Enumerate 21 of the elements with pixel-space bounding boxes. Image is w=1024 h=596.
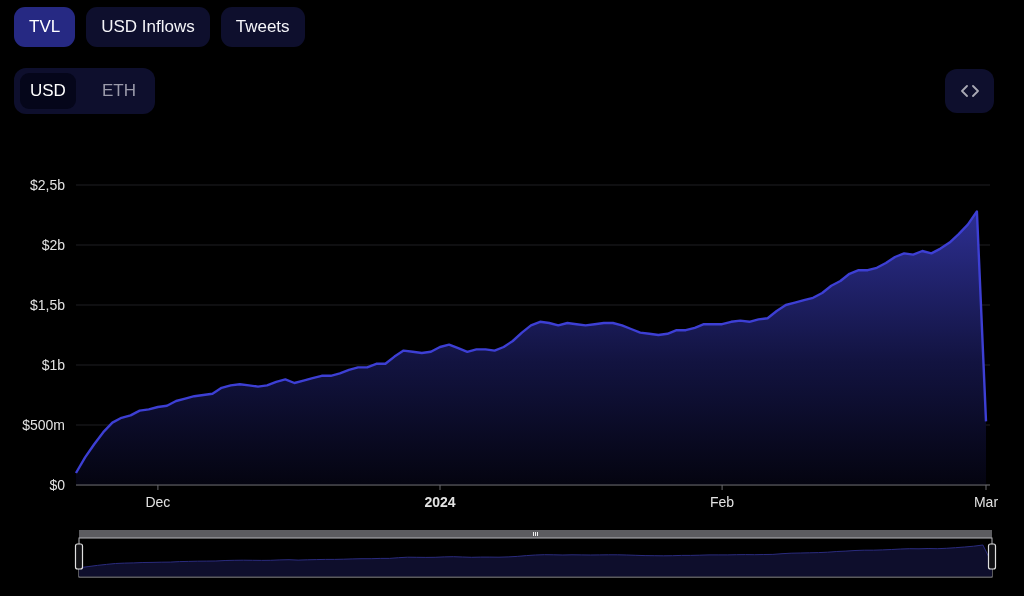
x-axis-label: Mar (973, 494, 999, 510)
y-axis-label: $1,5b (29, 297, 65, 313)
code-icon (960, 85, 979, 97)
range-handle[interactable] (74, 543, 84, 570)
code-button[interactable] (945, 69, 994, 113)
toggle-option[interactable]: ETH (91, 73, 146, 109)
toggle-option[interactable]: USD (20, 73, 76, 109)
y-axis-label: $2b (41, 237, 65, 253)
tab[interactable]: Tweets (220, 7, 305, 47)
y-axis-label: $2,5b (29, 177, 65, 193)
x-axis-label: Feb (710, 494, 735, 510)
y-axis-label: $1b (41, 357, 65, 373)
y-axis-label: $0 (49, 477, 65, 493)
tab[interactable]: USD Inflows (86, 7, 210, 47)
x-axis-label: Dec (145, 494, 171, 510)
y-axis-label: $500m (22, 417, 65, 433)
slider-track[interactable] (74, 537, 997, 578)
range-handle[interactable] (987, 543, 997, 570)
tab[interactable]: TVL (14, 7, 76, 47)
grip-icon (533, 532, 538, 536)
x-axis-label: 2024 (424, 494, 456, 510)
